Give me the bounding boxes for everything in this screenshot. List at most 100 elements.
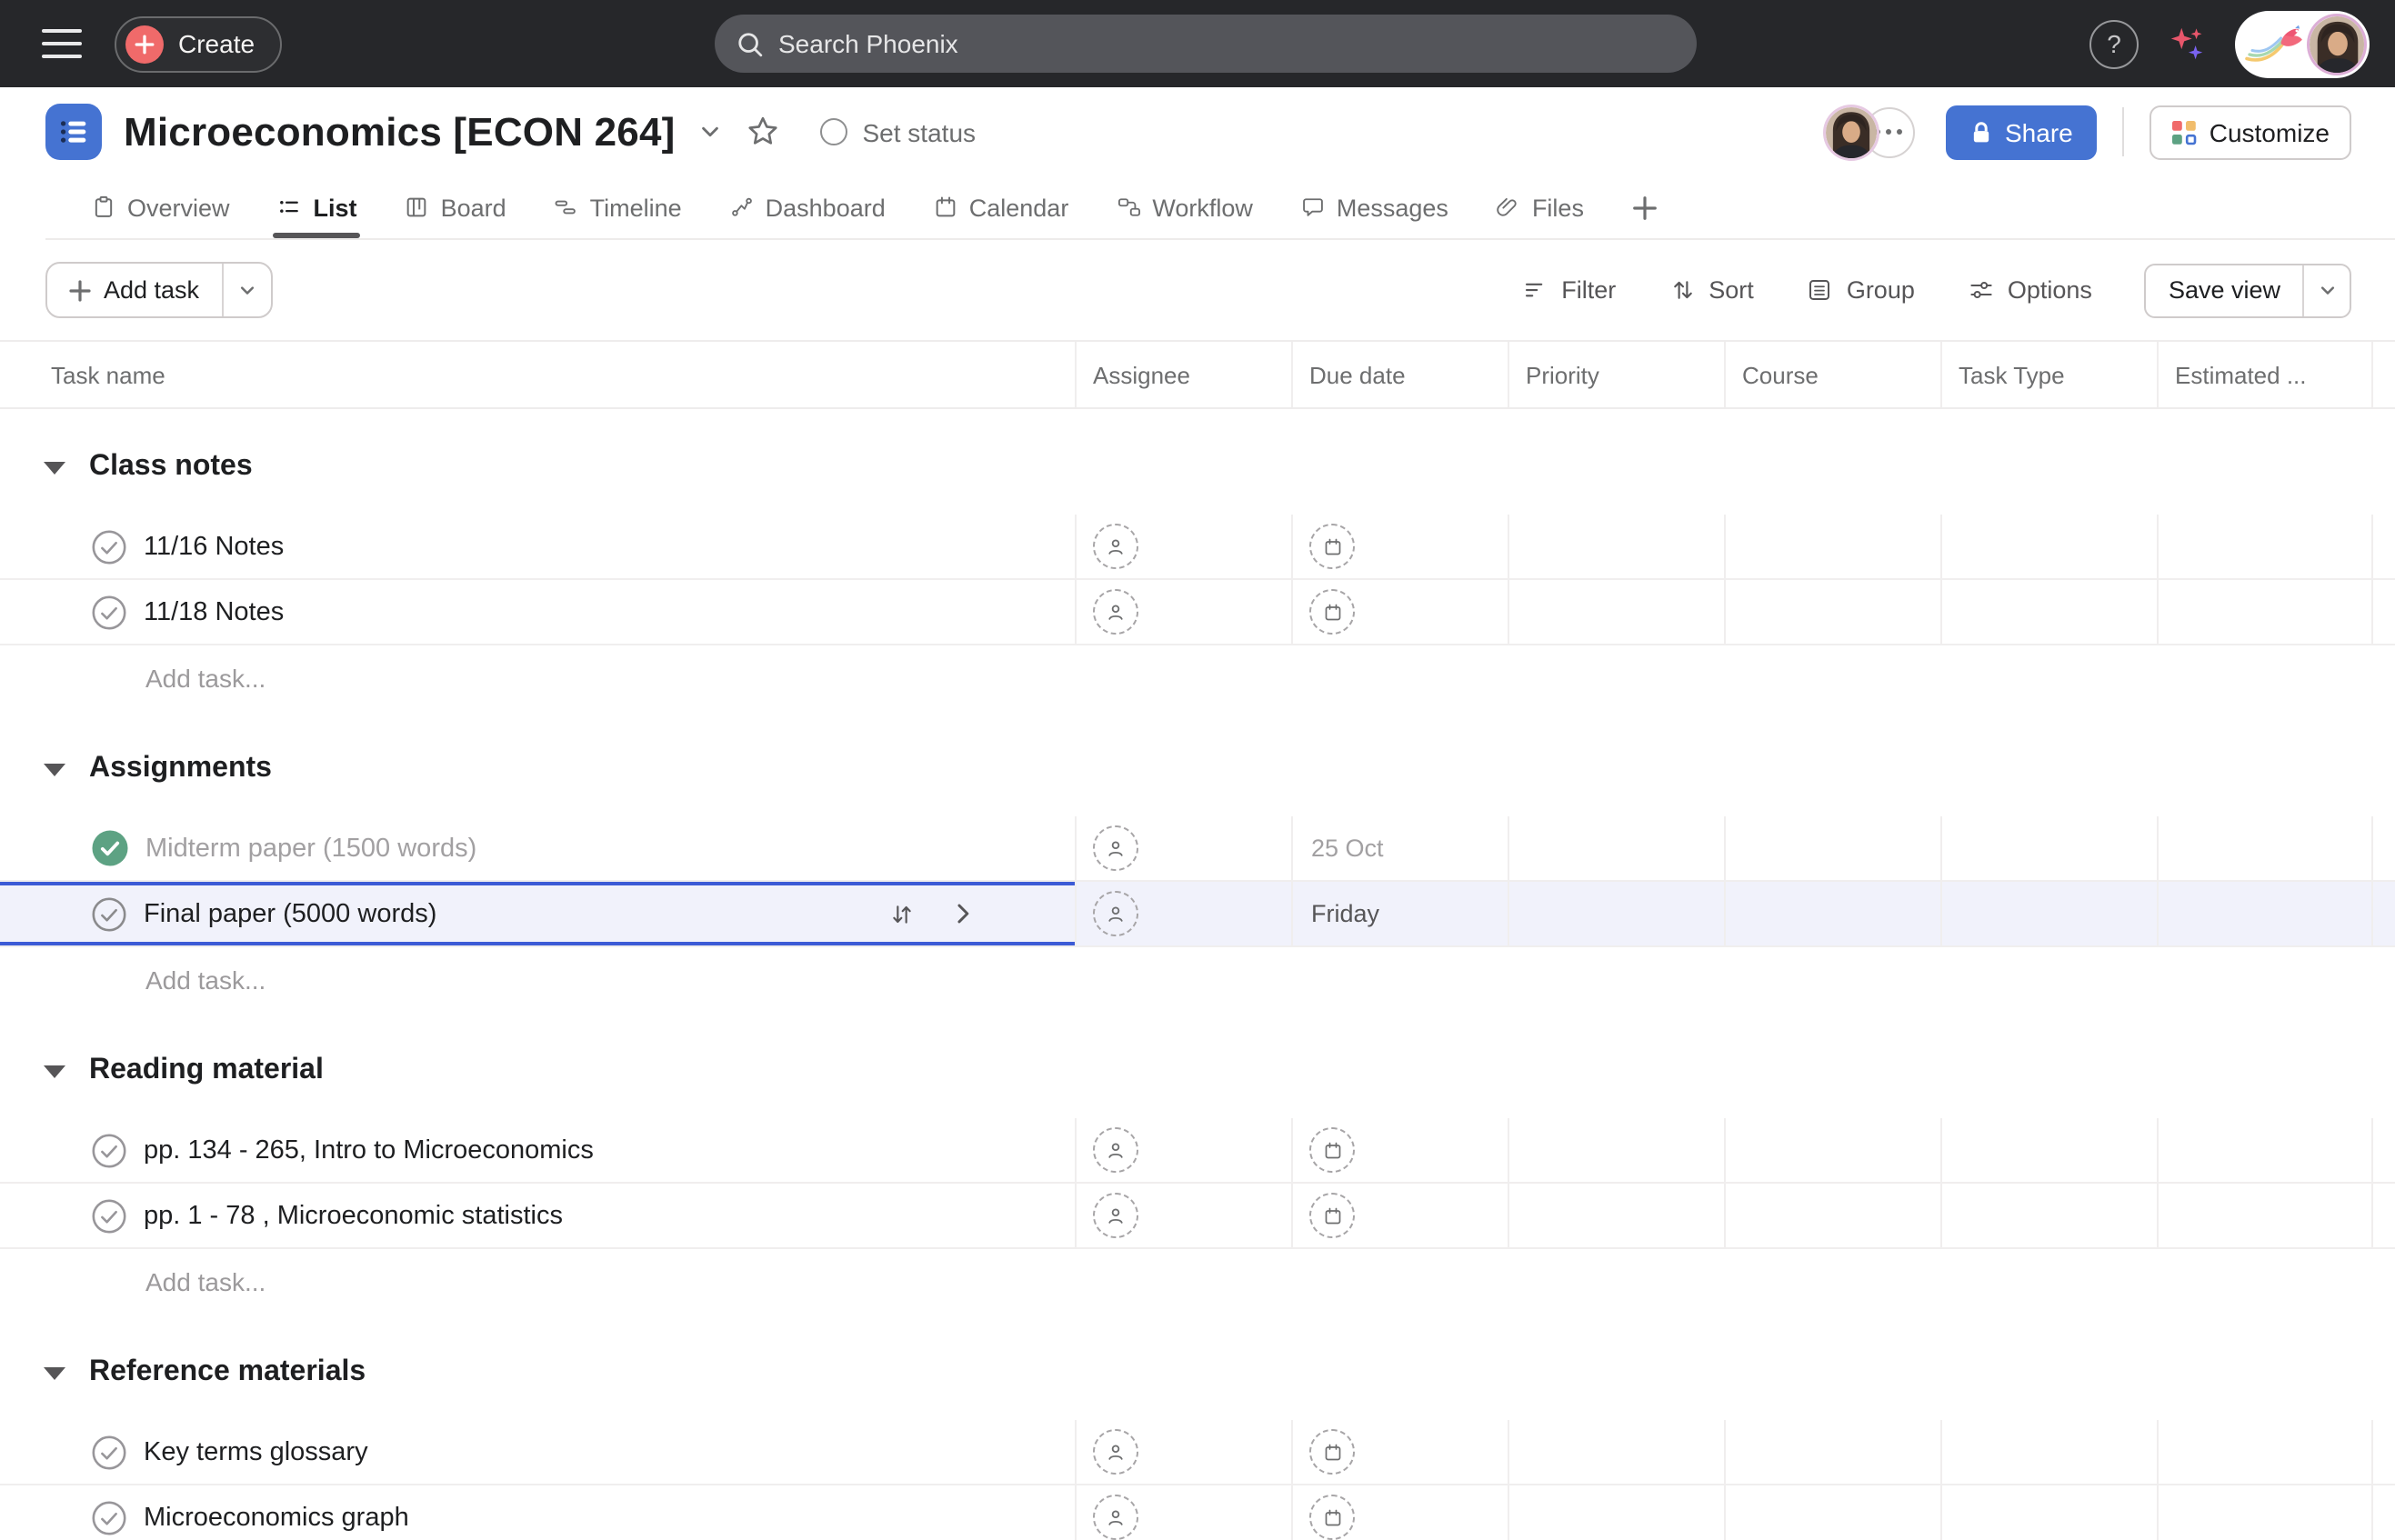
due-date-cell[interactable]: Friday [1293,882,1509,945]
tab-board[interactable]: Board [405,176,506,238]
due-date-cell[interactable] [1293,1420,1509,1484]
chevron-right-icon[interactable] [951,902,975,925]
course-cell[interactable] [1726,1118,1942,1182]
check-circle-icon[interactable] [91,1197,127,1234]
swap-vertical-icon[interactable] [887,899,917,928]
add-task-button[interactable]: Add task [47,264,221,316]
share-button[interactable]: Share [1945,105,2097,159]
set-status-button[interactable]: Set status [821,117,977,146]
task-type-cell[interactable] [1942,515,2159,578]
member-avatar[interactable] [1825,106,1876,157]
task-type-cell[interactable] [1942,1485,2159,1540]
priority-cell[interactable] [1509,1485,1726,1540]
check-circle-icon[interactable] [91,594,127,630]
due-date-cell[interactable] [1293,1184,1509,1247]
check-circle-icon[interactable] [91,895,127,932]
save-view-dropdown-button[interactable] [2304,265,2350,315]
tab-calendar[interactable]: Calendar [933,176,1069,238]
priority-cell[interactable] [1509,1184,1726,1247]
options-button[interactable]: Options [1968,276,2092,304]
priority-cell[interactable] [1509,816,1726,880]
star-icon[interactable] [747,115,781,149]
task-type-cell[interactable] [1942,1184,2159,1247]
estimated-cell[interactable] [2159,1485,2373,1540]
check-circle-icon[interactable] [91,1434,127,1470]
tab-files[interactable]: Files [1496,176,1584,238]
section-collapse-triangle-icon[interactable] [44,1366,65,1379]
column-header-estimated[interactable]: Estimated ... [2159,342,2373,407]
assignee-cell[interactable] [1077,816,1293,880]
task-row[interactable]: Midterm paper (1500 words) 25 Oct [0,816,2395,882]
task-row[interactable]: Key terms glossary [0,1420,2395,1485]
customize-button[interactable]: Customize [2149,105,2351,159]
create-button[interactable]: Create [115,15,282,72]
due-date-cell[interactable] [1293,580,1509,644]
add-task-dropdown-button[interactable] [223,264,270,316]
check-circle-icon[interactable] [91,528,127,565]
estimated-cell[interactable] [2159,515,2373,578]
column-header-priority[interactable]: Priority [1509,342,1726,407]
help-button[interactable]: ? [2089,19,2139,68]
course-cell[interactable] [1726,816,1942,880]
chevron-down-icon[interactable] [699,120,723,144]
estimated-cell[interactable] [2159,1118,2373,1182]
hamburger-menu-icon[interactable] [27,13,96,75]
task-row[interactable]: Microeconomics graph [0,1485,2395,1540]
due-date-cell[interactable] [1293,1118,1509,1182]
estimated-cell[interactable] [2159,1420,2373,1484]
assignee-cell[interactable] [1077,1485,1293,1540]
check-circle-icon[interactable] [91,1499,127,1535]
task-row-selected[interactable]: Final paper (5000 words) Friday [0,882,2395,947]
task-type-cell[interactable] [1942,1420,2159,1484]
estimated-cell[interactable] [2159,816,2373,880]
add-task-inline[interactable]: Add task... [0,1249,2395,1315]
save-view-button[interactable]: Save view [2147,265,2302,315]
tab-timeline[interactable]: Timeline [554,176,682,238]
priority-cell[interactable] [1509,515,1726,578]
column-header-task-name[interactable]: Task name [0,342,1077,407]
group-button[interactable]: Group [1807,276,1915,304]
estimated-cell[interactable] [2159,580,2373,644]
tab-list[interactable]: List [277,176,357,238]
task-row[interactable]: pp. 134 - 265, Intro to Microeconomics [0,1118,2395,1184]
check-circle-completed-icon[interactable] [91,829,129,867]
account-menu-button[interactable] [2235,10,2370,77]
search-input[interactable]: Search Phoenix [715,15,1697,73]
sparkles-icon[interactable] [2166,23,2208,65]
task-row[interactable]: pp. 1 - 78 , Microeconomic statistics [0,1184,2395,1249]
filter-button[interactable]: Filter [1521,276,1616,304]
column-header-task-type[interactable]: Task Type [1942,342,2159,407]
due-date-cell[interactable] [1293,1485,1509,1540]
due-date-cell[interactable]: 25 Oct [1293,816,1509,880]
course-cell[interactable] [1726,882,1942,945]
column-header-assignee[interactable]: Assignee [1077,342,1293,407]
assignee-cell[interactable] [1077,1184,1293,1247]
course-cell[interactable] [1726,515,1942,578]
course-cell[interactable] [1726,580,1942,644]
tab-dashboard[interactable]: Dashboard [729,176,886,238]
estimated-cell[interactable] [2159,882,2373,945]
assignee-cell[interactable] [1077,580,1293,644]
add-task-inline[interactable]: Add task... [0,947,2395,1013]
priority-cell[interactable] [1509,882,1726,945]
assignee-cell[interactable] [1077,1420,1293,1484]
tab-messages[interactable]: Messages [1300,176,1448,238]
course-cell[interactable] [1726,1420,1942,1484]
priority-cell[interactable] [1509,580,1726,644]
project-list-icon[interactable] [45,104,102,160]
add-view-tab-button[interactable] [1631,194,1658,221]
course-cell[interactable] [1726,1184,1942,1247]
estimated-cell[interactable] [2159,1184,2373,1247]
task-row[interactable]: 11/16 Notes [0,515,2395,580]
task-row[interactable]: 11/18 Notes [0,580,2395,645]
assignee-cell[interactable] [1077,1118,1293,1182]
priority-cell[interactable] [1509,1118,1726,1182]
assignee-cell[interactable] [1077,515,1293,578]
assignee-cell[interactable] [1077,882,1293,945]
task-type-cell[interactable] [1942,816,2159,880]
task-type-cell[interactable] [1942,1118,2159,1182]
tab-overview[interactable]: Overview [91,176,230,238]
section-collapse-triangle-icon[interactable] [44,763,65,775]
column-header-course[interactable]: Course [1726,342,1942,407]
add-task-inline[interactable]: Add task... [0,645,2395,711]
